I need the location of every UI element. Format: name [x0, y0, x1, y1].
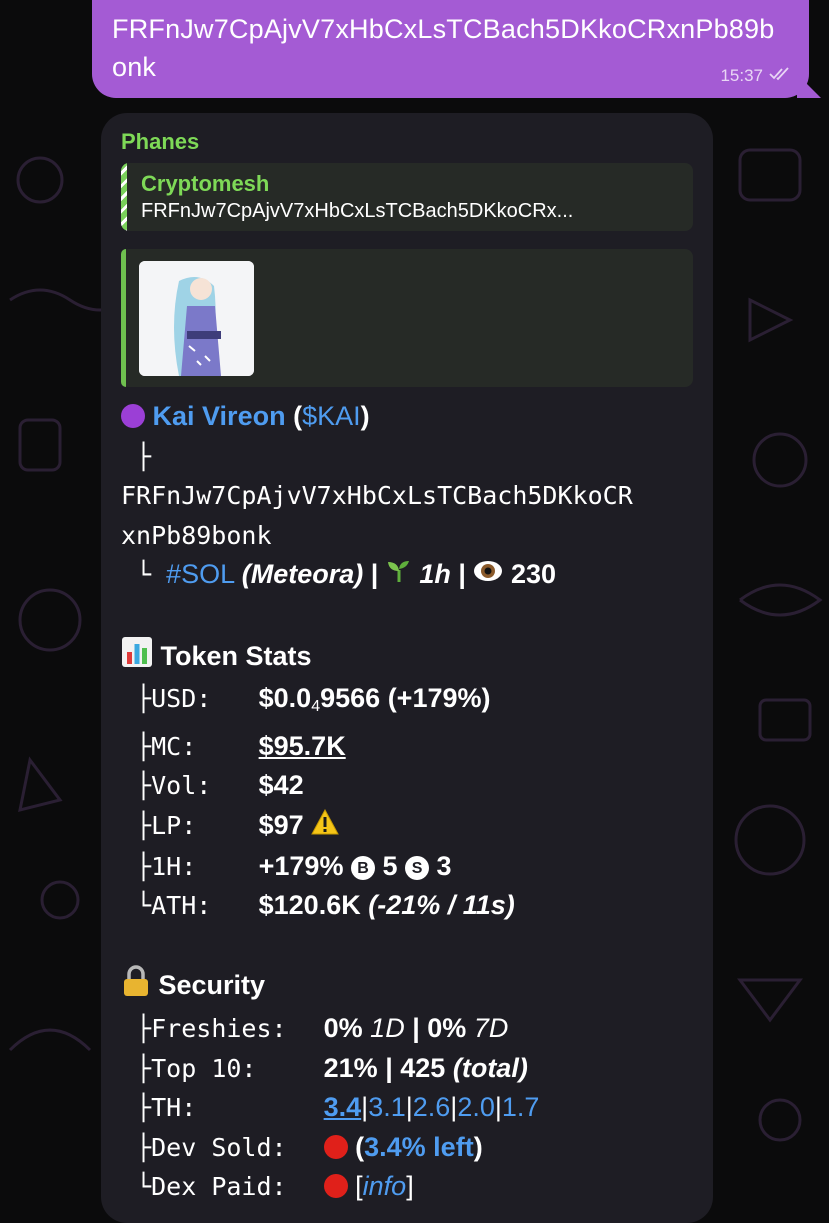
usd-price-zeros: 4 — [311, 698, 321, 716]
security-heading: Security — [121, 965, 693, 1009]
token-meta: └ #SOL (Meteora) | 1h | 230 — [121, 555, 693, 596]
bar-chart-icon — [121, 636, 153, 680]
h1-label: 1H: — [151, 851, 197, 881]
message-meta: 15:37 — [720, 66, 791, 86]
buys-count: 5 — [382, 850, 398, 881]
sells-count: 3 — [436, 850, 452, 881]
seedling-icon — [386, 556, 412, 596]
reply-text: FRFnJw7CpAjvV7xHbCxLsTCBach5DKkoCRx... — [141, 200, 574, 222]
preview-bar — [121, 249, 126, 387]
ath-note: (-21% / 11s) — [368, 890, 515, 921]
top10-total-unit: (total) — [452, 1052, 528, 1083]
th-value-link[interactable]: 2.0 — [457, 1092, 495, 1122]
sender-name[interactable]: Phanes — [121, 129, 693, 155]
purple-circle-icon — [121, 404, 145, 428]
sec-top10: ├Top 10: 21% | 425 (total) — [121, 1049, 693, 1089]
security-title: Security — [158, 970, 266, 1001]
check-double-icon — [769, 66, 791, 86]
th-label: TH: — [151, 1093, 197, 1123]
token-report: Kai Vireon ($KAI) ├ FRFnJw7CpAjvV7xHbCxL… — [121, 397, 693, 1207]
message-time: 15:37 — [720, 66, 763, 85]
stats-heading: Token Stats — [121, 636, 693, 680]
freshies-label: Freshies: — [151, 1014, 287, 1044]
tree-branch: ├ — [121, 441, 152, 471]
dexpaid-label: Dex Paid: — [151, 1172, 287, 1202]
top10-total: 425 — [400, 1052, 446, 1083]
freshies-1d: 0% — [323, 1013, 363, 1044]
th-value-link[interactable]: 1.7 — [502, 1092, 540, 1122]
token-image[interactable] — [139, 261, 254, 376]
vol-label: Vol: — [151, 771, 212, 801]
sec-th: ├TH: 3.4|3.1|2.6|2.0|1.7 — [121, 1088, 693, 1128]
link-preview[interactable] — [121, 249, 693, 387]
top10-label: Top 10: — [151, 1053, 257, 1083]
reply-author: Cryptomesh — [141, 171, 270, 196]
usd-price-digits: 9566 — [320, 683, 381, 714]
view-count: 230 — [510, 559, 557, 590]
dexpaid-info-link[interactable]: info — [363, 1171, 407, 1201]
buys-icon: B — [350, 856, 375, 881]
outgoing-message[interactable]: FRFnJw7CpAjvV7xHbCxLsTCBach5DKkoCRxnPb89… — [92, 0, 809, 98]
freshies-7d-unit: 7D — [473, 1013, 509, 1044]
usd-price-prefix: $0.0 — [258, 683, 312, 714]
dex-name: (Meteora) — [241, 559, 364, 590]
red-circle-icon — [323, 1174, 348, 1199]
freshies-7d: 0% — [427, 1013, 467, 1044]
red-circle-icon — [323, 1134, 348, 1159]
sec-freshies: ├Freshies: 0% 1D | 0% 7D — [121, 1009, 693, 1049]
ath-value: $120.6K — [258, 890, 361, 921]
outgoing-message-text: FRFnJw7CpAjvV7xHbCxLsTCBach5DKkoCRxnPb89… — [112, 14, 775, 82]
reply-quote[interactable]: Cryptomesh FRFnJw7CpAjvV7xHbCxLsTCBach5D… — [121, 163, 693, 231]
stat-lp: ├LP: $97 — [121, 806, 693, 847]
stat-ath: └ATH: $120.6K (-21% / 11s) — [121, 886, 693, 926]
h1-change: +179% — [258, 850, 344, 881]
stat-mc: ├MC: $95.7K — [121, 727, 693, 767]
chain-hashtag[interactable]: #SOL — [166, 559, 234, 589]
sec-dexpaid: └Dex Paid: [info] — [121, 1167, 693, 1207]
incoming-message[interactable]: Phanes Cryptomesh FRFnJw7CpAjvV7xHbCxLsT… — [101, 113, 713, 1223]
usd-label: USD: — [151, 684, 212, 714]
token-address-line1[interactable]: FRFnJw7CpAjvV7xHbCxLsTCBach5DKkoCR — [121, 476, 693, 516]
stats-title: Token Stats — [160, 640, 312, 671]
token-ticker-link[interactable]: $KAI — [302, 401, 361, 431]
mc-value-link[interactable]: $95.7K — [259, 731, 346, 761]
stat-usd: ├USD: $0.049566 (+179%) — [121, 679, 693, 727]
token-name-link[interactable]: Kai Vireon — [153, 401, 286, 431]
th-value-link[interactable]: 3.1 — [368, 1092, 406, 1122]
devsold-link[interactable]: 3.4% left — [364, 1132, 474, 1162]
stat-1h: ├1H: +179% B 5 S 3 — [121, 847, 693, 887]
freshies-1d-unit: 1D — [370, 1013, 405, 1044]
th-value-link[interactable]: 2.6 — [413, 1092, 451, 1122]
mc-label: MC: — [151, 731, 197, 761]
token-header: Kai Vireon ($KAI) — [121, 397, 693, 437]
lp-value: $97 — [258, 810, 304, 841]
token-address-line2[interactable]: xnPb89bonk — [121, 516, 693, 556]
reply-bar — [121, 163, 127, 231]
ath-label: ATH: — [151, 891, 212, 921]
top10-pct: 21% — [323, 1052, 378, 1083]
th-value-link[interactable]: 3.4 — [324, 1092, 362, 1122]
lp-label: LP: — [151, 811, 197, 841]
sec-devsold: ├Dev Sold: (3.4% left) — [121, 1128, 693, 1168]
stat-vol: ├Vol: $42 — [121, 766, 693, 806]
lock-icon — [121, 965, 151, 1009]
usd-change: (+179%) — [387, 683, 491, 714]
vol-value: $42 — [258, 770, 304, 801]
token-age: 1h — [419, 559, 451, 590]
sells-icon: S — [405, 856, 430, 881]
eye-icon — [473, 556, 503, 596]
devsold-label: Dev Sold: — [151, 1132, 287, 1162]
warning-icon — [311, 807, 340, 847]
